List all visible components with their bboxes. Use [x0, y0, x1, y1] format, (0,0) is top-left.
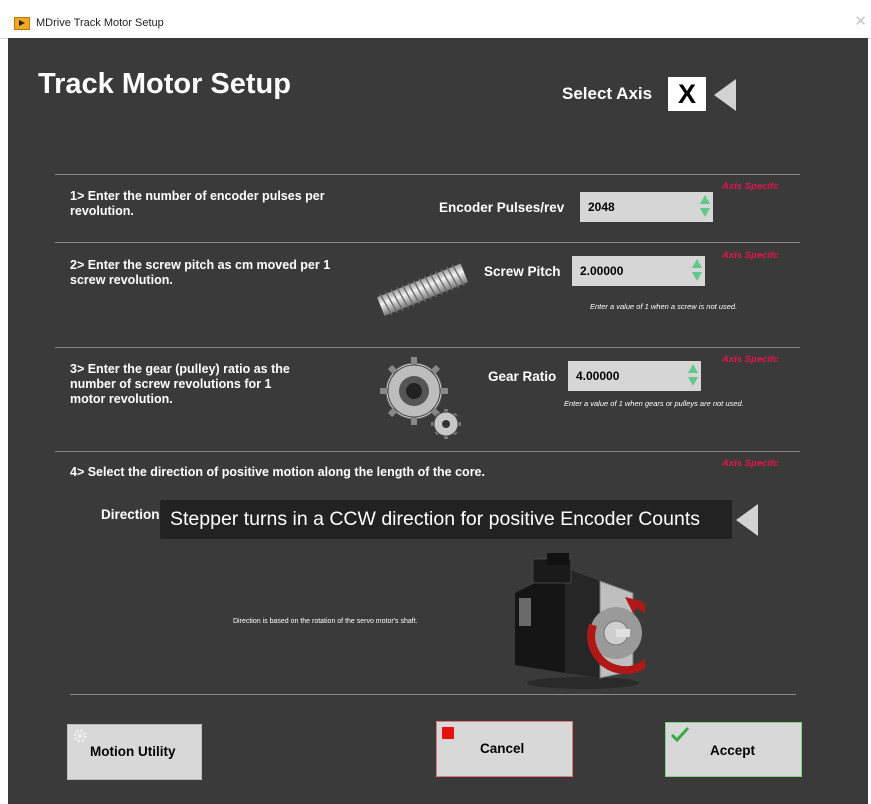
encoder-pulses-value: 2048	[588, 200, 615, 214]
separator	[55, 174, 800, 175]
labview-app-icon	[14, 17, 30, 30]
separator	[55, 242, 800, 243]
step1-text-line2: revolution.	[70, 204, 134, 218]
accept-label: Accept	[710, 743, 756, 758]
separator	[55, 451, 800, 452]
servo-motor-image-icon	[515, 553, 645, 689]
window-titlebar: MDrive Track Motor Setup ✕	[0, 0, 871, 39]
axis-specific-label: Axis Specifc	[722, 250, 779, 261]
cancel-button[interactable]: Cancel	[436, 721, 573, 777]
close-icon[interactable]: ✕	[854, 12, 867, 30]
step2-text-line1: 2> Enter the screw pitch as cm moved per…	[70, 258, 331, 272]
separator	[70, 694, 796, 695]
axis-specific-label: Axis Specifc	[722, 181, 779, 192]
cancel-stop-icon	[442, 727, 454, 739]
step3-text-line2: number of screw revolutions for 1	[70, 377, 272, 391]
axis-dropdown-arrow-icon[interactable]	[714, 79, 736, 111]
cancel-label: Cancel	[480, 741, 525, 756]
direction-label: Direction	[101, 507, 160, 522]
motion-utility-button[interactable]: Motion Utility	[67, 724, 202, 780]
step1-text-line1: 1> Enter the number of encoder pulses pe…	[70, 189, 325, 203]
screw-pitch-note: Enter a value of 1 when a screw is not u…	[590, 302, 738, 311]
screw-pitch-value: 2.00000	[580, 264, 624, 278]
window-title: MDrive Track Motor Setup	[36, 17, 164, 29]
step4-text: 4> Select the direction of positive moti…	[70, 465, 485, 479]
direction-note: Direction is based on the rotation of th…	[233, 618, 418, 625]
gear-ratio-note: Enter a value of 1 when gears or pulleys…	[564, 399, 744, 408]
screw-pitch-label: Screw Pitch	[484, 264, 561, 279]
axis-specific-label: Axis Specifc	[722, 458, 779, 469]
select-axis-label: Select Axis	[562, 84, 653, 103]
spinner-icon[interactable]	[691, 259, 703, 283]
accept-check-icon	[670, 726, 690, 742]
gear-ratio-label: Gear Ratio	[488, 369, 557, 384]
gear-image-icon	[380, 357, 461, 439]
gear-ratio-input[interactable]: 4.00000	[568, 361, 701, 391]
axis-specific-label: Axis Specifc	[722, 354, 779, 365]
accept-button[interactable]: Accept	[665, 722, 802, 777]
gear-ratio-value: 4.00000	[576, 369, 620, 383]
motion-utility-icon	[73, 729, 87, 743]
encoder-pulses-input[interactable]: 2048	[580, 192, 713, 222]
direction-dropdown-arrow-icon[interactable]	[736, 504, 758, 536]
page-title: Track Motor Setup	[38, 68, 291, 100]
spinner-icon[interactable]	[687, 364, 699, 388]
screw-image-icon	[377, 263, 469, 316]
step3-text-line1: 3> Enter the gear (pulley) ratio as the	[70, 362, 290, 376]
separator	[55, 347, 800, 348]
axis-selector[interactable]: X	[668, 77, 706, 111]
step3-text-line3: motor revolution.	[70, 392, 173, 406]
encoder-pulses-label: Encoder Pulses/rev	[439, 200, 565, 215]
step2-text-line2: screw revolution.	[70, 273, 173, 287]
motion-utility-label: Motion Utility	[90, 744, 176, 759]
screw-pitch-input[interactable]: 2.00000	[572, 256, 705, 286]
spinner-icon[interactable]	[699, 195, 711, 219]
direction-selector[interactable]: Stepper turns in a CCW direction for pos…	[160, 500, 732, 539]
